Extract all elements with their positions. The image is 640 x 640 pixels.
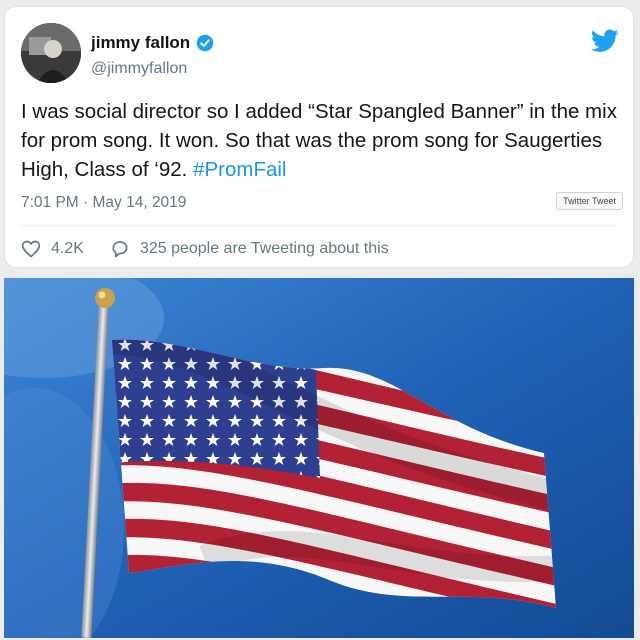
- hashtag-link[interactable]: #PromFail: [193, 158, 286, 181]
- conversation-text: 325 people are Tweeting about this: [139, 240, 389, 257]
- avatar[interactable]: [21, 23, 81, 83]
- embed-badge: Twitter Tweet: [556, 192, 623, 210]
- twitter-bird-icon[interactable]: [591, 29, 619, 53]
- tweet-text: I was social director so I added “Star S…: [21, 97, 631, 184]
- avatar-image: [21, 23, 81, 83]
- like-count: 4.2K: [51, 240, 84, 257]
- like-button[interactable]: 4.2K: [21, 239, 84, 259]
- conversation-link[interactable]: 325 people are Tweeting about this: [110, 239, 389, 259]
- author-row: jimmy fallon: [91, 33, 214, 53]
- divider: [21, 225, 617, 226]
- reply-bubble-icon: [112, 241, 128, 258]
- tweet-actions: 4.2K 325 people are Tweeting about this: [21, 239, 389, 259]
- author-handle[interactable]: @jimmyfallon: [91, 60, 187, 78]
- american-flag-image: [4, 278, 634, 638]
- tweet-body: I was social director so I added “Star S…: [21, 100, 617, 181]
- tweet-card: jimmy fallon @jimmyfallon I was social d…: [4, 6, 634, 268]
- flag-photo: [4, 278, 634, 638]
- tweet-timestamp[interactable]: 7:01 PM · May 14, 2019: [21, 194, 186, 212]
- heart-icon: [21, 240, 41, 258]
- author-name[interactable]: jimmy fallon: [91, 33, 190, 53]
- verified-badge-icon: [196, 34, 214, 52]
